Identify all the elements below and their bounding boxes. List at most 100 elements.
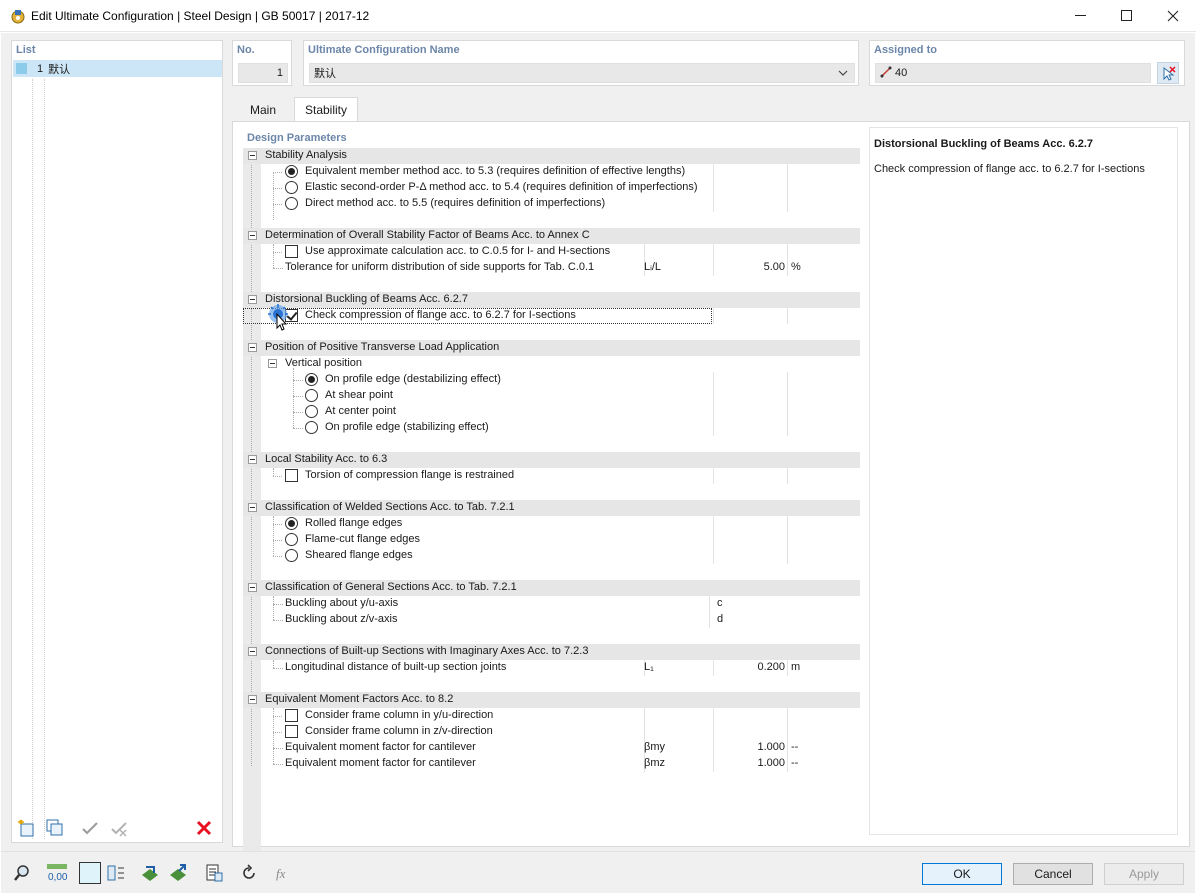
checkbox-approximate-calculation[interactable] xyxy=(285,245,298,258)
joint-distance-value[interactable]: 0.200 xyxy=(713,661,785,673)
minimize-button[interactable] xyxy=(1058,0,1104,31)
title-bar: Edit Ultimate Configuration | Steel Desi… xyxy=(0,0,1196,32)
pick-member-button[interactable] xyxy=(1157,62,1179,84)
option-row: Sheared flange edges xyxy=(243,548,860,564)
option-row: Consider frame column in z/v-direction xyxy=(243,724,860,740)
radio-sheared[interactable] xyxy=(285,549,298,562)
parameter-unit: m xyxy=(791,661,801,673)
option-row: At center point xyxy=(243,404,860,420)
search-icon xyxy=(14,865,29,881)
display-button[interactable] xyxy=(105,862,127,884)
checkbox-frame-column-y[interactable] xyxy=(285,709,298,722)
parameter-unit: -- xyxy=(791,757,799,769)
list-guide xyxy=(44,79,45,839)
maximize-button[interactable] xyxy=(1104,0,1150,31)
group-row: Vertical position xyxy=(243,356,860,372)
moment-factor-my[interactable]: 1.000 xyxy=(713,741,785,753)
dialog-body: List 1 默认 No. 1 Ultimate Configuration N… xyxy=(1,33,1195,893)
option-row: Use approximate calculation acc. to C.0.… xyxy=(243,244,860,268)
option-label: Elastic second-order P-Δ method acc. to … xyxy=(305,181,698,193)
collapse-icon[interactable] xyxy=(248,151,257,160)
color-swatch-icon xyxy=(16,63,27,74)
reset-button[interactable] xyxy=(238,862,260,884)
select-in-model-icon xyxy=(1163,66,1176,81)
name-dropdown[interactable]: 默认 xyxy=(309,63,855,83)
option-row: On profile edge (stabilizing effect) xyxy=(243,420,860,436)
parameter-row: Tolerance for uniform distribution of si… xyxy=(243,260,860,276)
collapse-icon[interactable] xyxy=(248,647,257,656)
tab-main[interactable]: Main xyxy=(232,97,294,122)
radio-destabilizing[interactable] xyxy=(305,373,318,386)
option-row: Direct method acc. to 5.5 (requires defi… xyxy=(243,196,860,212)
checkbox-frame-column-z[interactable] xyxy=(285,725,298,738)
option-row: On profile edge (destabilizing effect) xyxy=(243,372,860,388)
option-label: Consider frame column in z/v-direction xyxy=(305,725,493,737)
parameter-tree: Stability Analysis Equivalent member met… xyxy=(243,148,860,868)
parameter-symbol: Lᵢ/L xyxy=(644,261,662,273)
import-button[interactable] xyxy=(139,862,161,884)
collapse-icon[interactable] xyxy=(268,359,277,368)
section-title: Determination of Overall Stability Facto… xyxy=(265,229,590,241)
collapse-icon[interactable] xyxy=(248,295,257,304)
buckling-curve-z[interactable]: d xyxy=(717,613,723,625)
section-title: Classification of Welded Sections Acc. t… xyxy=(265,501,515,513)
delete-icon xyxy=(196,820,212,836)
color-button[interactable] xyxy=(79,862,101,884)
tab-stability[interactable]: Stability xyxy=(294,97,358,122)
ok-button[interactable]: OK xyxy=(922,863,1002,885)
delete-button[interactable] xyxy=(193,817,215,839)
check-all-button[interactable] xyxy=(79,817,101,839)
formula-button[interactable]: fx xyxy=(272,862,294,884)
library-button[interactable] xyxy=(203,862,225,884)
radio-flame-cut[interactable] xyxy=(285,533,298,546)
section-general-sections: Classification of General Sections Acc. … xyxy=(243,580,860,596)
uncheck-all-button[interactable] xyxy=(108,817,130,839)
radio-elastic-second-order[interactable] xyxy=(285,181,298,194)
option-label: Use approximate calculation acc. to C.0.… xyxy=(305,245,611,257)
name-value: 默认 xyxy=(314,68,336,80)
parameter-row: Equivalent moment factor for cantilever … xyxy=(243,756,860,772)
close-button[interactable] xyxy=(1150,0,1196,31)
minimize-icon xyxy=(1075,14,1086,16)
units-button[interactable]: 0,00 xyxy=(46,862,68,884)
tolerance-value[interactable]: 5.00 xyxy=(713,261,785,273)
radio-stabilizing[interactable] xyxy=(305,421,318,434)
list-guide xyxy=(32,79,33,839)
collapse-icon[interactable] xyxy=(248,695,257,704)
section-welded-sections: Classification of Welded Sections Acc. t… xyxy=(243,500,860,516)
member-icon xyxy=(880,65,892,81)
copy-item-button[interactable] xyxy=(44,817,66,839)
search-button[interactable] xyxy=(11,862,33,884)
new-item-button[interactable] xyxy=(15,817,37,839)
maximize-icon xyxy=(1121,9,1132,21)
radio-direct-method[interactable] xyxy=(285,197,298,210)
info-title: Distorsional Buckling of Beams Acc. 6.2.… xyxy=(874,138,1094,150)
list-header: List xyxy=(16,44,36,56)
parameter-label: Equivalent moment factor for cantilever xyxy=(285,757,476,769)
collapse-icon[interactable] xyxy=(248,343,257,352)
checkbox-torsion-restrained[interactable] xyxy=(285,469,298,482)
assigned-field[interactable]: 40 xyxy=(875,63,1151,83)
buckling-curve-y[interactable]: c xyxy=(717,597,723,609)
list-item-name: 默认 xyxy=(48,63,71,76)
collapse-icon[interactable] xyxy=(248,231,257,240)
svg-text:fx: fx xyxy=(276,866,286,881)
collapse-icon[interactable] xyxy=(248,503,257,512)
option-row: Check compression of flange acc. to 6.2.… xyxy=(243,304,860,331)
moment-factor-mz[interactable]: 1.000 xyxy=(713,757,785,769)
radio-center-point[interactable] xyxy=(305,405,318,418)
export-button[interactable] xyxy=(167,862,189,884)
collapse-icon[interactable] xyxy=(248,583,257,592)
apply-button[interactable]: Apply xyxy=(1104,863,1184,885)
radio-rolled-edges[interactable] xyxy=(285,517,298,530)
list-item[interactable]: 1 默认 xyxy=(13,60,222,77)
parameter-label: Buckling about y/u-axis xyxy=(285,597,399,609)
number-field[interactable]: 1 xyxy=(238,63,288,83)
radio-shear-point[interactable] xyxy=(305,389,318,402)
radio-equivalent-member[interactable] xyxy=(285,165,298,178)
click-highlight-icon xyxy=(261,304,295,335)
cancel-button[interactable]: Cancel xyxy=(1013,863,1093,885)
collapse-icon[interactable] xyxy=(248,455,257,464)
import-icon xyxy=(142,866,158,881)
option-row: Torsion of compression flange is restrai… xyxy=(243,468,860,484)
